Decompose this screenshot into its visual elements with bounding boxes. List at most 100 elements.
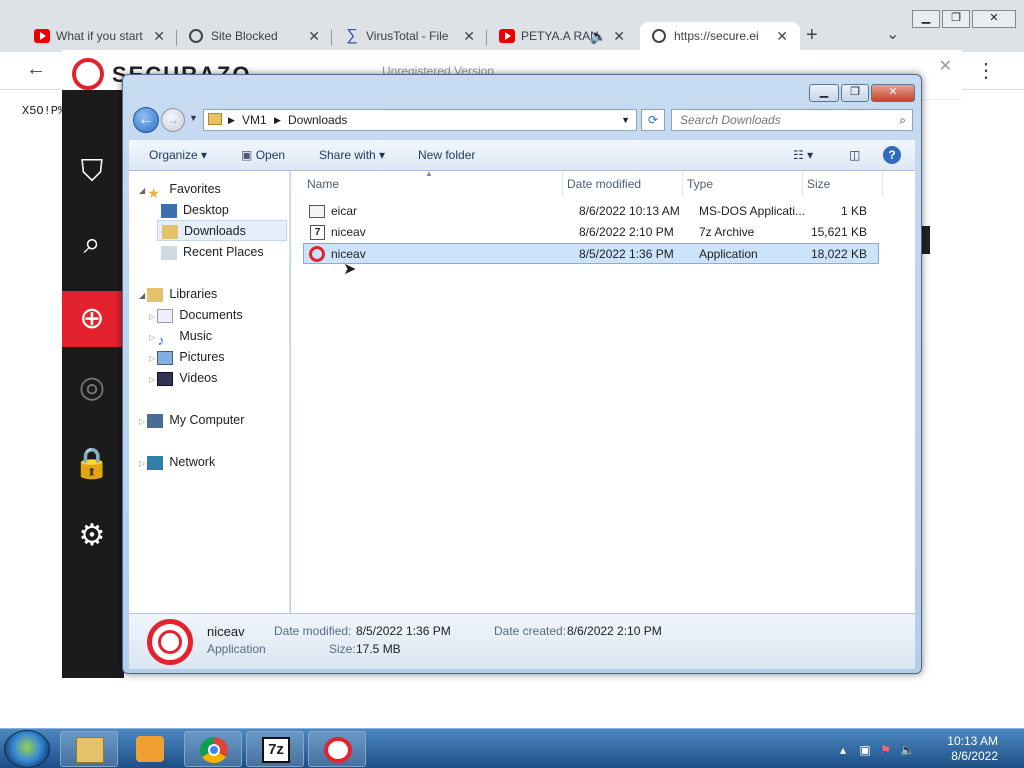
breadcrumb-downloads[interactable]: Downloads [288,110,347,130]
nav-my-computer[interactable]: ▷ My Computer [139,410,244,431]
back-button[interactable]: ← [26,58,46,81]
close-button[interactable]: ✕ [871,84,915,102]
volume-icon[interactable]: 🔈 [900,743,915,757]
music-icon: ♪ [157,331,165,348]
minimize-button[interactable]: ▁ [912,10,940,28]
nav-network[interactable]: ▷ Network [139,452,215,473]
nav-libraries[interactable]: ◢ Libraries [139,284,217,305]
securazo-logo-icon [72,58,104,90]
nav-favorites[interactable]: ◢ ★ Favorites [139,179,221,201]
lock-icon[interactable]: 🔒 [72,444,112,484]
details-kind: Application [207,642,266,656]
show-hidden-icon[interactable]: ▴ [840,743,846,757]
explorer-window: ▁ ❐ ✕ ← → ▼ ▶ VM1 ▶ Downloads ▼ ⟳ Search… [122,74,922,674]
view-options-button[interactable]: ☷ ▾ [793,140,813,170]
maximize-button[interactable]: ❐ [942,10,970,28]
close-tab-icon[interactable]: ✕ [153,22,165,50]
close-button[interactable]: ✕ [972,10,1016,28]
nav-desktop[interactable]: Desktop [161,200,229,221]
details-pane: niceav Application Date modified: 8/5/20… [129,613,915,669]
sort-indicator-icon: ▲ [425,169,433,178]
tab-2[interactable]: Site Blocked ✕ [177,22,332,52]
search-icon[interactable]: ⌕ [899,110,906,130]
column-size[interactable]: Size [799,171,883,197]
7z-archive-icon: 7 [310,225,325,240]
target-icon: ⊕ [79,302,105,335]
chrome-icon [200,737,228,763]
tab-4[interactable]: PETYA.A RAN 🔈 ✕ [487,22,637,52]
app-close-icon[interactable]: ✕ [939,56,952,76]
maximize-button[interactable]: ❐ [841,84,869,102]
back-button[interactable]: ← [133,107,159,133]
tab-1[interactable]: What if you start ✕ [22,22,177,52]
refresh-icon[interactable]: ⟳ [641,109,665,131]
tab-3[interactable]: ∑ VirusTotal - File ✕ [332,22,487,52]
taskbar-explorer[interactable] [60,731,118,767]
dos-app-icon [309,205,325,218]
globe-icon [652,29,666,43]
search-icon[interactable]: ⌕ [72,224,112,264]
column-type[interactable]: Type [679,171,803,197]
column-date[interactable]: Date modified [559,171,683,197]
nav-pictures[interactable]: ▷ Pictures [149,347,225,368]
action-center-icon[interactable]: ⚑ [880,743,891,757]
taskbar-niceav[interactable] [308,731,366,767]
close-tab-icon[interactable]: ✕ [776,22,788,50]
recent-pages-icon[interactable]: ▼ [189,113,198,123]
file-list: Name ▲ Date modified Type Size eicar 8/6… [291,169,915,613]
details-modified: 8/5/2022 1:36 PM [356,624,451,638]
taskbar-media-player[interactable] [122,731,178,767]
close-tab-icon[interactable]: ✕ [463,22,475,50]
explorer-window-controls: ▁ ❐ ✕ [809,84,915,102]
gear-icon[interactable]: ⚙ [72,516,112,556]
tab-5-active[interactable]: https://secure.ei ✕ [640,22,800,52]
clock-time: 10:13 AM [947,734,998,748]
new-folder-button[interactable]: New folder [418,140,475,170]
file-row[interactable]: eicar 8/6/2022 10:13 AM MS-DOS Applicati… [303,201,879,222]
details-created: 8/6/2022 2:10 PM [567,624,662,638]
app-content [922,100,962,678]
pictures-icon [157,350,174,365]
sidebar-item-active[interactable]: ⊕ [62,291,124,347]
recent-places-icon [161,245,177,260]
breadcrumb-vm1[interactable]: VM1 [242,110,267,130]
fingerprint-icon[interactable]: ◎ [72,368,112,408]
taskbar-7zip[interactable]: 7z [246,731,304,767]
help-icon[interactable]: ? [883,146,901,164]
tab-search-button[interactable]: ⌄ [886,24,899,44]
nav-videos[interactable]: ▷ Videos [149,368,217,389]
file-row-selected[interactable]: niceav 8/5/2022 1:36 PM Application 18,0… [303,243,879,264]
start-button[interactable] [4,730,50,768]
file-row[interactable]: 7 niceav 8/6/2022 2:10 PM 7z Archive 15,… [303,222,879,243]
nav-recent-places[interactable]: Recent Places [161,242,264,263]
details-name: niceav [207,624,245,639]
navigation-pane: ◢ ★ Favorites Desktop Downloads Recent Pl… [129,171,290,613]
niceav-large-icon [147,619,193,665]
nav-downloads[interactable]: Downloads [157,220,287,241]
network-icon [147,455,164,470]
libraries-icon [147,287,164,302]
clock[interactable]: 10:13 AM 8/6/2022 [947,734,998,764]
minimize-button[interactable]: ▁ [809,84,839,102]
new-tab-button[interactable]: + [806,24,818,47]
breadcrumb[interactable]: ▶ VM1 ▶ Downloads ▼ [203,109,637,131]
organize-button[interactable]: Organize ▾ [149,140,207,170]
share-with-button[interactable]: Share with ▾ [319,140,385,170]
open-button[interactable]: ▣ Open [241,140,285,170]
tab-strip: What if you start ✕ Site Blocked ✕ ∑ Vir… [0,0,1024,52]
shield-icon[interactable]: ⛉ [72,152,112,192]
menu-button[interactable]: ⋮ [976,58,996,83]
chevron-down-icon[interactable]: ▼ [621,110,630,130]
command-bar: Organize ▾ ▣ Open Share with ▾ New folde… [129,139,915,171]
taskbar-chrome[interactable] [184,731,242,767]
forward-button[interactable]: → [161,108,185,132]
7zip-icon: 7z [262,737,290,763]
search-input[interactable]: Search Downloads ⌕ [671,109,913,131]
nav-music[interactable]: ▷ ♪ Music [149,326,212,348]
nav-documents[interactable]: ▷ Documents [149,305,243,326]
close-tab-icon[interactable]: ✕ [308,22,320,50]
close-tab-icon[interactable]: ✕ [613,22,625,50]
preview-pane-icon[interactable]: ◫ [849,140,860,170]
network-tray-icon[interactable]: ▣ [859,743,870,757]
app-sidebar: ⛉ ⌕ ◎ 🔒 ⚙ [62,90,124,678]
